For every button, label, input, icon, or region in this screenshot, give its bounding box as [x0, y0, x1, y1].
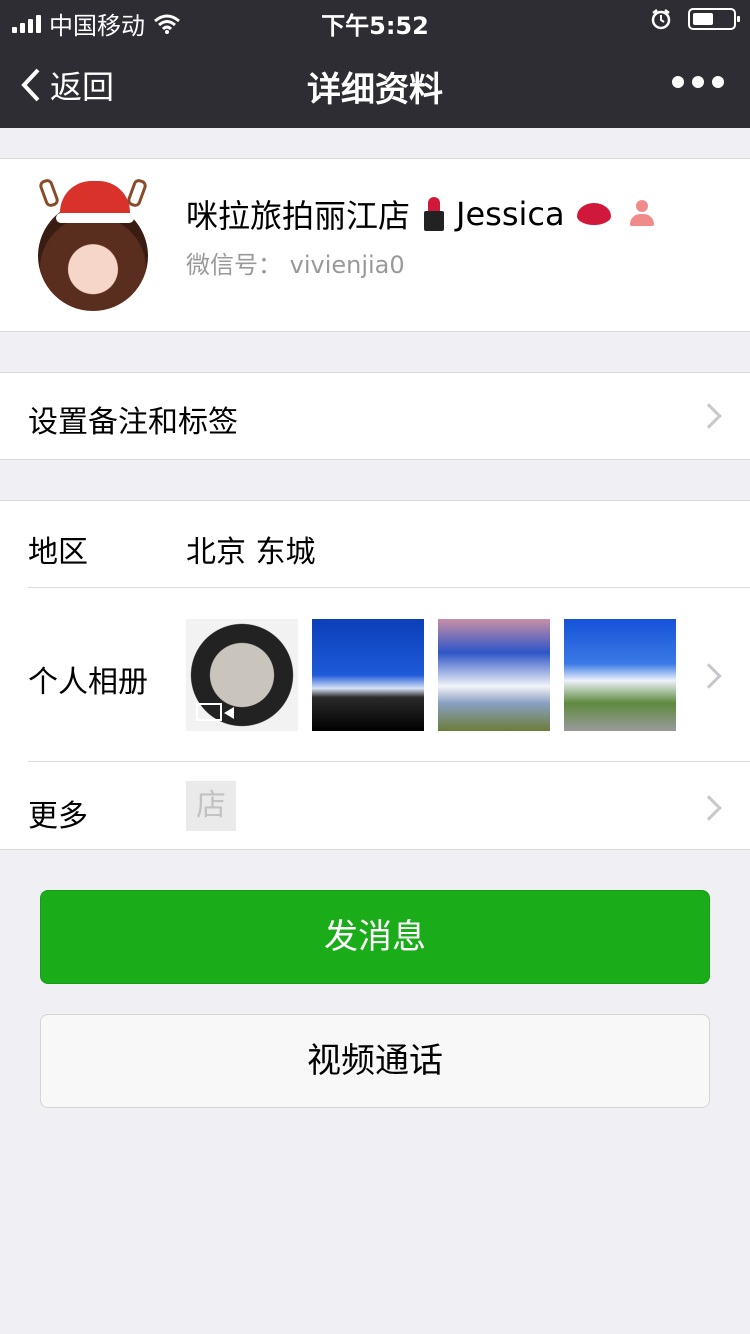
set-remark-row[interactable]: 设置备注和标签 — [0, 372, 750, 460]
album-thumbnail[interactable] — [312, 619, 424, 731]
nav-bar: 返回 详细资料 — [0, 40, 750, 128]
shop-icon: 店 — [186, 781, 236, 831]
set-remark-label: 设置备注和标签 — [28, 405, 238, 440]
alarm-icon — [651, 9, 671, 30]
wechat-id: 微信号： vivienjia0 — [186, 251, 405, 279]
more-dots-icon — [672, 76, 684, 88]
page-title: 详细资料 — [307, 70, 443, 110]
profile-name-text: 咪拉旅拍丽江店 — [186, 197, 411, 235]
person-icon — [629, 200, 655, 228]
album-thumbnail[interactable] — [438, 619, 550, 731]
album-thumbnail-video[interactable] — [186, 619, 298, 731]
status-right — [650, 8, 740, 30]
battery-icon — [688, 8, 740, 30]
status-bar: 中国移动 下午5:52 — [0, 0, 750, 40]
divider — [28, 587, 750, 588]
more-button[interactable] — [672, 76, 724, 88]
info-group: 地区 北京 东城 个人相册 更多 店 — [0, 500, 750, 850]
send-message-button[interactable]: 发消息 — [40, 890, 710, 984]
region-label: 地区 — [28, 535, 88, 570]
album-thumbnail[interactable] — [564, 619, 676, 731]
profile-card: 咪拉旅拍丽江店 Jessica 微信号： vivienjia0 — [0, 158, 750, 332]
chevron-right-icon — [696, 403, 722, 429]
region-value: 北京 东城 — [186, 535, 316, 570]
album-label: 个人相册 — [28, 665, 148, 700]
divider — [28, 761, 750, 762]
chevron-right-icon — [696, 663, 722, 689]
lipstick-icon — [422, 197, 445, 231]
status-time: 下午5:52 — [321, 12, 429, 40]
kiss-icon — [576, 203, 611, 225]
chevron-right-icon — [696, 795, 722, 821]
avatar[interactable] — [37, 177, 149, 311]
profile-name-suffix: Jessica — [456, 195, 565, 233]
more-label: 更多 — [28, 799, 88, 834]
profile-name: 咪拉旅拍丽江店 Jessica — [186, 191, 655, 237]
video-call-button[interactable]: 视频通话 — [40, 1014, 710, 1108]
video-icon — [196, 703, 234, 721]
